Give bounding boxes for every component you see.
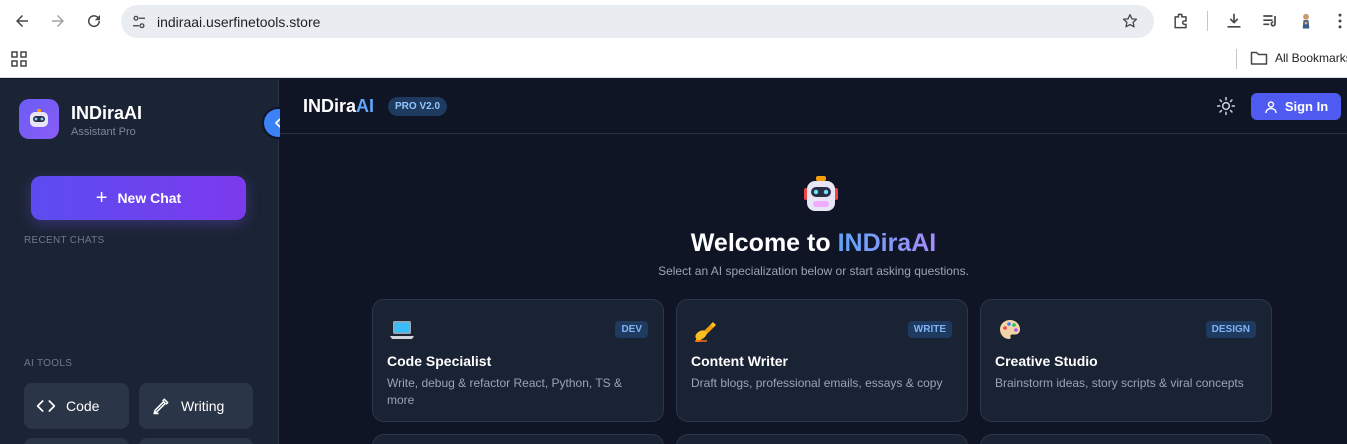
version-badge: PRO V2.0 [388, 97, 448, 116]
brand-ai-text: AI [356, 96, 375, 116]
download-icon[interactable] [1223, 10, 1245, 32]
new-chat-label: New Chat [117, 190, 182, 206]
new-chat-button[interactable]: + New Chat [31, 176, 246, 220]
card-tag: DESIGN [1205, 321, 1256, 338]
site-info-icon[interactable] [130, 13, 148, 31]
brand-title: INDiraAI [303, 96, 374, 117]
code-icon [36, 396, 56, 416]
tool-button-partial[interactable] [139, 438, 253, 444]
welcome-brand: INDiraAI [837, 229, 937, 257]
welcome-subtitle: Select an AI specialization below or sta… [658, 264, 969, 278]
tool-code-button[interactable]: Code [24, 383, 129, 429]
sign-in-label: Sign In [1284, 99, 1329, 114]
bookmark-star-icon[interactable] [1121, 12, 1139, 30]
apps-grid-icon[interactable] [11, 51, 27, 67]
all-bookmarks-link[interactable]: All Bookmarks [1275, 51, 1347, 65]
robot-icon [801, 174, 841, 214]
ai-tools-heading: AI TOOLS [24, 358, 73, 369]
media-control-icon[interactable] [1259, 10, 1281, 32]
toolbar-divider [1207, 11, 1208, 31]
card-creative-studio[interactable]: DESIGN Creative Studio Brainstorm ideas,… [980, 299, 1272, 422]
menu-kebab-icon[interactable] [1329, 10, 1347, 32]
card-title: Content Writer [691, 353, 788, 369]
brand-main-text: INDira [303, 96, 357, 116]
card-partial[interactable] [676, 434, 968, 444]
tool-writing-label: Writing [181, 398, 225, 414]
app-name: INDiraAI [71, 103, 143, 123]
card-partial[interactable] [372, 434, 664, 444]
browser-toolbar: indiraai.userfinetools.store [0, 0, 1347, 42]
writing-hand-icon [693, 317, 719, 343]
tool-writing-button[interactable]: Writing [139, 383, 253, 429]
card-content-writer[interactable]: WRITE Content Writer Draft blogs, profes… [676, 299, 968, 422]
card-code-specialist[interactable]: DEV Code Specialist Write, debug & refac… [372, 299, 664, 422]
plus-icon: + [95, 187, 108, 209]
card-tag: WRITE [907, 321, 952, 338]
profile-avatar-icon[interactable] [1295, 10, 1317, 32]
sidebar: INDiraAI Assistant Pro + New Chat RECENT… [0, 79, 279, 444]
app-subtitle: Assistant Pro [71, 126, 136, 138]
sign-in-button[interactable]: Sign In [1251, 93, 1341, 120]
card-partial[interactable] [980, 434, 1272, 444]
sun-icon[interactable] [1216, 96, 1236, 116]
card-title: Code Specialist [387, 353, 492, 369]
card-title: Creative Studio [995, 353, 1098, 369]
bookmarks-bar [0, 42, 1347, 78]
reload-icon[interactable] [82, 9, 106, 33]
card-description: Draft blogs, professional emails, essays… [691, 376, 943, 390]
back-icon[interactable] [10, 9, 34, 33]
bookmarks-divider [1236, 49, 1237, 69]
address-bar[interactable]: indiraai.userfinetools.store [121, 5, 1154, 38]
palette-icon [997, 317, 1023, 343]
pen-icon [151, 396, 171, 416]
card-description: Brainstorm ideas, story scripts & viral … [995, 376, 1244, 390]
welcome-heading: Welcome to INDiraAI [280, 229, 1347, 258]
url-text: indiraai.userfinetools.store [157, 14, 321, 30]
user-icon [1265, 100, 1277, 113]
tool-code-label: Code [66, 398, 100, 414]
extensions-icon[interactable] [1170, 10, 1192, 32]
forward-icon[interactable] [46, 9, 70, 33]
top-header: INDiraAI PRO V2.0 Sign In [280, 79, 1347, 134]
robot-logo-icon [19, 99, 59, 139]
folder-icon[interactable] [1250, 50, 1268, 66]
main-panel: INDiraAI PRO V2.0 Sign In Welcome to IND… [280, 79, 1347, 444]
tool-button-partial[interactable] [24, 438, 129, 444]
card-description: Write, debug & refactor React, Python, T… [387, 376, 623, 407]
welcome-prefix: Welcome to [690, 229, 838, 257]
laptop-icon [389, 317, 415, 343]
recent-chats-heading: RECENT CHATS [24, 235, 105, 246]
card-tag: DEV [615, 321, 648, 338]
